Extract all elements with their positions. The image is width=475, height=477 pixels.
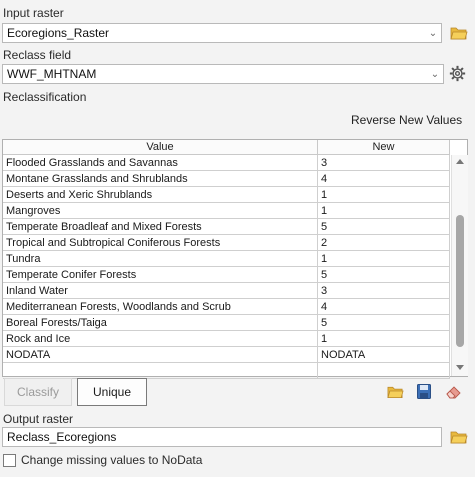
table-row[interactable]: Flooded Grasslands and Savannas 3 — [3, 155, 450, 171]
value-cell: Temperate Broadleaf and Mixed Forests — [3, 219, 318, 235]
gear-icon[interactable] — [449, 65, 466, 82]
new-value-cell[interactable]: 1 — [318, 203, 450, 219]
eraser-icon[interactable] — [445, 384, 462, 399]
input-raster-value: Ecoregions_Raster — [7, 26, 110, 40]
table-row[interactable] — [3, 363, 450, 379]
new-value-cell[interactable]: 1 — [318, 331, 450, 347]
open-folder-icon[interactable] — [387, 385, 404, 399]
input-raster-combo[interactable]: Ecoregions_Raster ⌄ — [2, 23, 442, 43]
folder-open-icon[interactable] — [450, 430, 468, 444]
new-value-cell[interactable]: 3 — [318, 283, 450, 299]
table-row[interactable]: Montane Grasslands and Shrublands 4 — [3, 171, 450, 187]
table-row[interactable]: Temperate Conifer Forests 5 — [3, 267, 450, 283]
new-value-cell[interactable]: NODATA — [318, 347, 450, 363]
table-row[interactable]: Mangroves 1 — [3, 203, 450, 219]
value-cell: Boreal Forests/Taiga — [3, 315, 318, 331]
table-row[interactable]: Temperate Broadleaf and Mixed Forests 5 — [3, 219, 450, 235]
value-cell: NODATA — [3, 347, 318, 363]
column-header-value[interactable]: Value — [3, 140, 318, 155]
scrollbar-thumb[interactable] — [456, 215, 464, 347]
value-cell: Temperate Conifer Forests — [3, 267, 318, 283]
vertical-scrollbar[interactable] — [451, 155, 468, 376]
table-row[interactable]: Boreal Forests/Taiga 5 — [3, 315, 450, 331]
value-cell: Deserts and Xeric Shrublands — [3, 187, 318, 203]
new-value-cell[interactable] — [318, 363, 450, 379]
new-value-cell[interactable]: 5 — [318, 315, 450, 331]
unique-button[interactable]: Unique — [77, 378, 147, 406]
reverse-new-values-link[interactable]: Reverse New Values — [351, 113, 462, 127]
reclassification-label: Reclassification — [3, 90, 87, 104]
new-value-cell[interactable]: 3 — [318, 155, 450, 171]
table-row[interactable]: Rock and Ice 1 — [3, 331, 450, 347]
chevron-down-icon[interactable]: ⌄ — [425, 28, 441, 39]
scroll-up-icon[interactable] — [456, 159, 464, 164]
scroll-down-icon[interactable] — [456, 365, 464, 370]
output-raster-label: Output raster — [3, 412, 74, 426]
column-header-new[interactable]: New — [318, 140, 450, 155]
new-value-cell[interactable]: 4 — [318, 171, 450, 187]
value-cell: Inland Water — [3, 283, 318, 299]
save-icon[interactable] — [417, 384, 431, 399]
value-cell — [3, 363, 318, 379]
table-row[interactable]: NODATA NODATA — [3, 347, 450, 363]
reclass-table: Value New Flooded Grasslands and Savanna… — [2, 139, 468, 379]
value-cell: Flooded Grasslands and Savannas — [3, 155, 318, 171]
table-row[interactable]: Tropical and Subtropical Coniferous Fore… — [3, 235, 450, 251]
table-row[interactable]: Inland Water 3 — [3, 283, 450, 299]
value-cell: Tropical and Subtropical Coniferous Fore… — [3, 235, 318, 251]
output-raster-input[interactable]: Reclass_Ecoregions — [2, 427, 442, 447]
value-cell: Mangroves — [3, 203, 318, 219]
value-cell: Tundra — [3, 251, 318, 267]
change-missing-checkbox[interactable] — [3, 454, 16, 467]
new-value-cell[interactable]: 1 — [318, 251, 450, 267]
input-raster-label: Input raster — [3, 6, 64, 20]
change-missing-label: Change missing values to NoData — [21, 453, 203, 467]
new-value-cell[interactable]: 1 — [318, 187, 450, 203]
table-row[interactable]: Mediterranean Forests, Woodlands and Scr… — [3, 299, 450, 315]
chevron-down-icon[interactable]: ⌄ — [427, 69, 443, 80]
table-row[interactable]: Tundra 1 — [3, 251, 450, 267]
new-value-cell[interactable]: 2 — [318, 235, 450, 251]
output-raster-value: Reclass_Ecoregions — [7, 430, 117, 444]
new-value-cell[interactable]: 5 — [318, 219, 450, 235]
table-row[interactable]: Deserts and Xeric Shrublands 1 — [3, 187, 450, 203]
classify-button[interactable]: Classify — [4, 378, 72, 406]
value-cell: Mediterranean Forests, Woodlands and Scr… — [3, 299, 318, 315]
new-value-cell[interactable]: 4 — [318, 299, 450, 315]
folder-open-icon[interactable] — [450, 26, 468, 40]
value-cell: Rock and Ice — [3, 331, 318, 347]
reclass-field-label: Reclass field — [3, 48, 72, 62]
new-value-cell[interactable]: 5 — [318, 267, 450, 283]
reclass-field-value: WWF_MHTNAM — [7, 67, 97, 81]
value-cell: Montane Grasslands and Shrublands — [3, 171, 318, 187]
reclass-field-combo[interactable]: WWF_MHTNAM ⌄ — [2, 64, 444, 84]
